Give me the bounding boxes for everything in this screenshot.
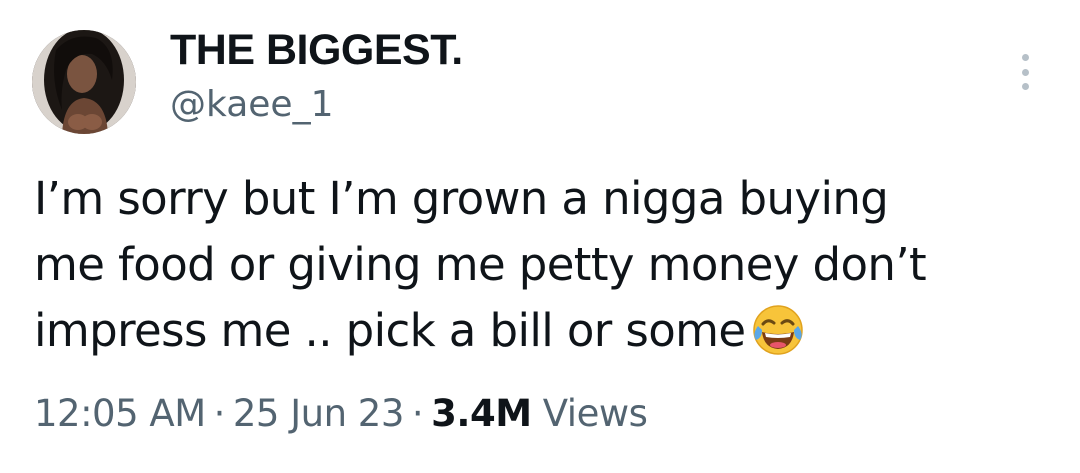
display-name[interactable]: THE BIGGEST.: [170, 26, 463, 75]
more-dot-icon: [1021, 83, 1029, 90]
views-count[interactable]: 3.4M: [431, 392, 532, 435]
views-label[interactable]: Views: [543, 392, 648, 435]
tweet-date[interactable]: 25 Jun 23: [233, 392, 405, 435]
tweet-text-line: I’m sorry but I’m grown a nigga buying: [34, 172, 889, 225]
more-dot-icon: [1021, 68, 1029, 76]
tweet-text: I’m sorry but I’m grown a nigga buying m…: [34, 166, 1044, 364]
avatar-photo: [32, 30, 136, 134]
tweet-metadata: 12:05 AM · 25 Jun 23 · 3.4M Views: [34, 392, 648, 435]
user-handle[interactable]: @kaee_1: [170, 84, 333, 125]
separator: ·: [411, 392, 424, 435]
more-dot-icon: [1021, 54, 1029, 61]
tweet-text-line: me food or giving me petty money don’t: [34, 238, 927, 291]
more-options-button[interactable]: [1008, 50, 1042, 94]
face-with-tears-of-joy-icon: [752, 305, 803, 355]
separator: ·: [213, 392, 226, 435]
tweet-time[interactable]: 12:05 AM: [34, 392, 206, 435]
tweet-card: THE BIGGEST. @kaee_1 I’m sorry but I’m g…: [0, 0, 1080, 473]
avatar[interactable]: [32, 30, 136, 134]
tweet-text-line-content: impress me .. pick a bill or some: [34, 304, 746, 357]
tweet-text-line-last: impress me .. pick a bill or some: [34, 298, 1044, 364]
